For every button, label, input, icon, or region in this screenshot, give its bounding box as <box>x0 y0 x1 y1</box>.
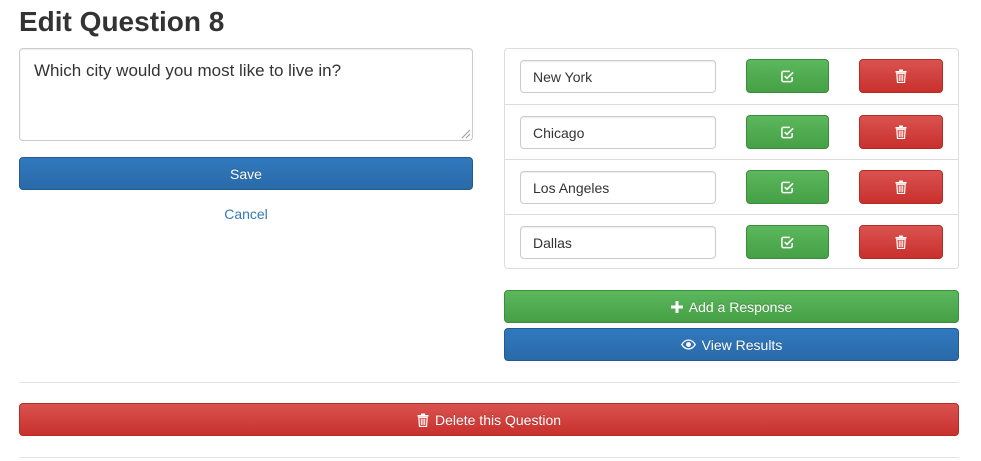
check-square-icon <box>781 236 794 248</box>
approve-response-button[interactable] <box>746 225 829 259</box>
resize-grip-icon[interactable] <box>460 128 471 139</box>
delete-question-label: Delete this Question <box>434 411 562 428</box>
view-results-label: View Results <box>701 336 783 353</box>
delete-response-button[interactable] <box>859 59 943 93</box>
divider <box>19 382 959 383</box>
view-results-button[interactable]: View Results <box>504 328 959 361</box>
save-button-label: Save <box>230 165 262 182</box>
response-input[interactable] <box>520 60 716 93</box>
responses-panel <box>504 48 959 269</box>
response-row <box>505 214 958 269</box>
trash-icon <box>895 125 907 139</box>
trash-icon <box>895 180 907 194</box>
check-square-icon <box>781 126 794 138</box>
question-textarea[interactable]: Which city would you most like to live i… <box>19 48 473 141</box>
eye-icon <box>680 339 696 350</box>
divider <box>19 457 959 458</box>
check-square-icon <box>781 70 794 82</box>
approve-response-button[interactable] <box>746 59 829 93</box>
cancel-link[interactable]: Cancel <box>19 206 473 222</box>
response-input[interactable] <box>520 171 716 204</box>
response-input[interactable] <box>520 226 716 259</box>
delete-response-button[interactable] <box>859 115 943 149</box>
response-input[interactable] <box>520 116 716 149</box>
response-row <box>505 104 958 159</box>
response-row <box>505 49 958 104</box>
page-title: Edit Question 8 <box>19 6 225 37</box>
add-response-label: Add a Response <box>688 298 793 315</box>
plus-icon <box>670 300 683 313</box>
delete-response-button[interactable] <box>859 225 943 259</box>
delete-response-button[interactable] <box>859 170 943 204</box>
trash-icon <box>417 413 429 427</box>
delete-question-button[interactable]: Delete this Question <box>19 403 959 436</box>
save-button[interactable]: Save <box>19 157 473 190</box>
check-square-icon <box>781 181 794 193</box>
approve-response-button[interactable] <box>746 170 829 204</box>
approve-response-button[interactable] <box>746 115 829 149</box>
trash-icon <box>895 69 907 83</box>
response-row <box>505 159 958 214</box>
trash-icon <box>895 235 907 249</box>
add-response-button[interactable]: Add a Response <box>504 290 959 323</box>
